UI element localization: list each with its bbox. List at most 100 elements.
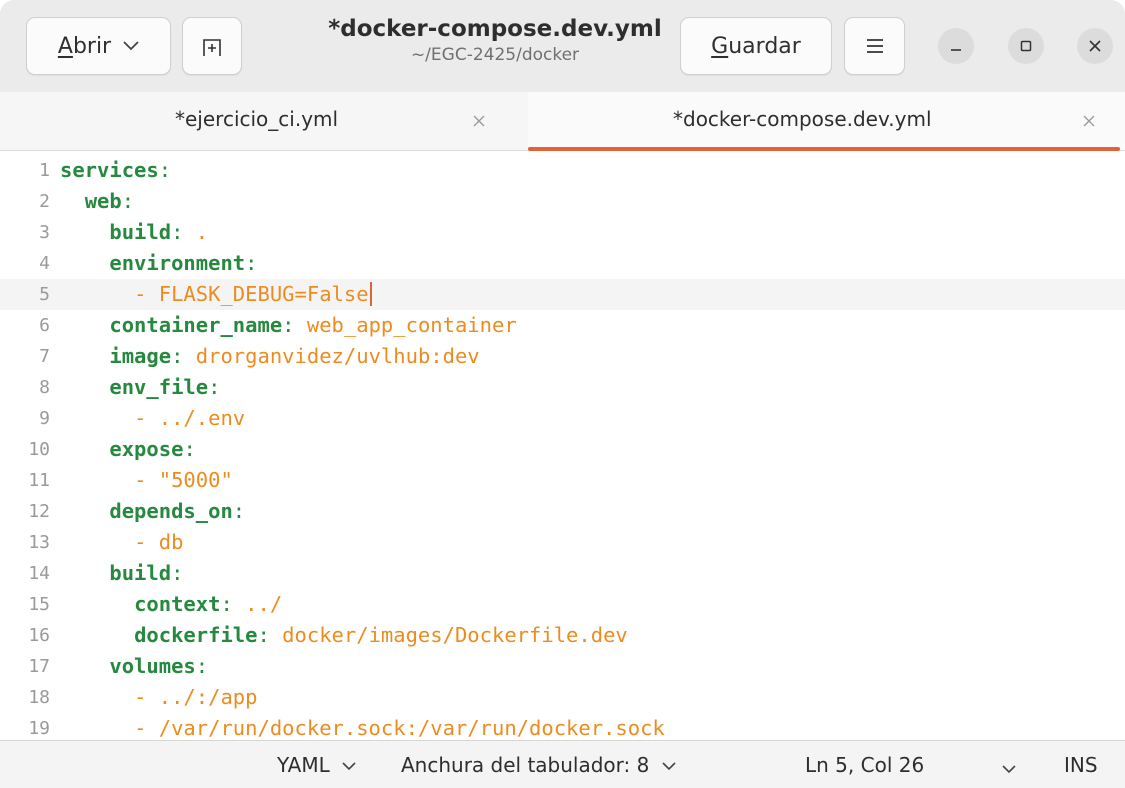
tab-bar: *ejercicio_ci.yml *docker-compose.dev.ym…: [0, 92, 1125, 151]
line-number: 17: [28, 656, 50, 677]
code-line[interactable]: 4 environment:: [0, 248, 1125, 279]
code-line[interactable]: 17 volumes:: [0, 651, 1125, 682]
minimize-button[interactable]: [938, 28, 974, 64]
main-menu-button[interactable]: [844, 17, 905, 75]
insert-mode-indicator[interactable]: INS: [1064, 753, 1098, 777]
yaml-colon: :: [282, 313, 307, 337]
code-text: - ../.env: [60, 403, 245, 434]
minimize-icon: [951, 49, 961, 51]
window-subtitle: ~/EGC-2425/docker: [410, 45, 580, 65]
line-number: 13: [28, 532, 50, 553]
yaml-key: build: [109, 220, 172, 244]
code-line[interactable]: 9 - ../.env: [0, 403, 1125, 434]
tab-close-icon[interactable]: [1080, 112, 1098, 130]
code-line[interactable]: 3 build: .: [0, 217, 1125, 248]
yaml-value: - "5000": [134, 468, 233, 492]
yaml-value: - /var/run/docker.sock:/var/run/docker.s…: [134, 716, 665, 740]
code-line[interactable]: 15 context: ../: [0, 589, 1125, 620]
code-line[interactable]: 5 - FLASK_DEBUG=False: [0, 279, 1125, 310]
line-number: 19: [28, 718, 50, 739]
open-button[interactable]: Abrir: [26, 17, 171, 75]
yaml-key: environment: [109, 251, 246, 275]
code-line[interactable]: 18 - ../:/app: [0, 682, 1125, 713]
yaml-value: - ../.env: [134, 406, 246, 430]
yaml-key: image: [109, 344, 172, 368]
tab-width-selector[interactable]: Anchura del tabulador: 8: [401, 753, 676, 777]
code-text: services:: [60, 155, 171, 186]
code-text: build: .: [60, 217, 208, 248]
yaml-key: dockerfile: [134, 623, 258, 647]
yaml-key: volumes: [109, 654, 196, 678]
yaml-key: build: [109, 561, 172, 585]
code-line[interactable]: 14 build:: [0, 558, 1125, 589]
code-line[interactable]: 12 depends_on:: [0, 496, 1125, 527]
code-line[interactable]: 13 - db: [0, 527, 1125, 558]
chevron-down-icon: [123, 41, 139, 51]
code-line[interactable]: 2 web:: [0, 186, 1125, 217]
code-line[interactable]: 19 - /var/run/docker.sock:/var/run/docke…: [0, 713, 1125, 740]
text-cursor: [369, 282, 372, 306]
line-number: 16: [28, 625, 50, 646]
cursor-position[interactable]: Ln 5, Col 26: [805, 753, 924, 777]
code-editor[interactable]: 1 services: 2 web: 3 build: .4 environment:…: [0, 151, 1125, 740]
tab-label: *ejercicio_ci.yml: [175, 107, 339, 131]
yaml-colon: :: [171, 344, 196, 368]
chevron-down-icon: [662, 762, 676, 771]
save-button-label: Guardar: [711, 33, 801, 59]
language-selector[interactable]: YAML: [277, 753, 356, 777]
maximize-button[interactable]: [1008, 28, 1044, 64]
yaml-key: expose: [109, 437, 184, 461]
yaml-key: depends_on: [109, 499, 233, 523]
code-text: web:: [60, 186, 134, 217]
yaml-colon: :: [220, 592, 246, 616]
hamburger-menu-icon: [866, 39, 883, 53]
code-line[interactable]: 11 - "5000": [0, 465, 1125, 496]
code-text: - /var/run/docker.sock:/var/run/docker.s…: [60, 713, 665, 740]
code-line[interactable]: 8 env_file:: [0, 372, 1125, 403]
close-window-button[interactable]: [1077, 28, 1113, 64]
open-button-label: Abrir: [57, 33, 112, 59]
new-tab-icon: [203, 39, 221, 56]
code-text: - ../:/app: [60, 682, 257, 713]
yaml-key: web: [84, 189, 122, 213]
code-line[interactable]: 1 services:: [0, 155, 1125, 186]
new-tab-button[interactable]: [182, 17, 242, 75]
tab-label: *docker-compose.dev.yml: [673, 107, 932, 131]
line-number: 2: [39, 191, 50, 212]
tab-docker-compose-dev[interactable]: *docker-compose.dev.yml: [528, 92, 1125, 150]
text-editor-window: Abrir *docker-compose.dev.yml ~/EGC-2425…: [0, 0, 1125, 788]
code-text: - FLASK_DEBUG=False: [60, 279, 372, 310]
tab-close-icon[interactable]: [470, 112, 488, 130]
line-number: 1: [39, 160, 50, 181]
maximize-icon: [1020, 40, 1032, 52]
chevron-down-icon: [342, 762, 356, 771]
code-text: - db: [60, 527, 183, 558]
yaml-colon: :: [171, 561, 184, 585]
yaml-colon: :: [257, 623, 283, 647]
code-line[interactable]: 16 dockerfile: docker/images/Dockerfile.…: [0, 620, 1125, 651]
yaml-value: - ../:/app: [134, 685, 258, 709]
cursor-position-dropdown[interactable]: [1002, 755, 1016, 779]
code-line[interactable]: 10 expose:: [0, 434, 1125, 465]
yaml-value: web_app_container: [306, 313, 517, 337]
save-button[interactable]: Guardar: [680, 17, 832, 75]
code-line[interactable]: 7 image: drorganvidez/uvlhub:dev: [0, 341, 1125, 372]
code-line[interactable]: 6 container_name: web_app_container: [0, 310, 1125, 341]
yaml-colon: :: [171, 220, 196, 244]
code-text: environment:: [60, 248, 257, 279]
code-text: depends_on:: [60, 496, 245, 527]
code-text: build:: [60, 558, 183, 589]
tab-ejercicio-ci[interactable]: *ejercicio_ci.yml: [0, 92, 528, 150]
yaml-key: services: [60, 158, 159, 182]
